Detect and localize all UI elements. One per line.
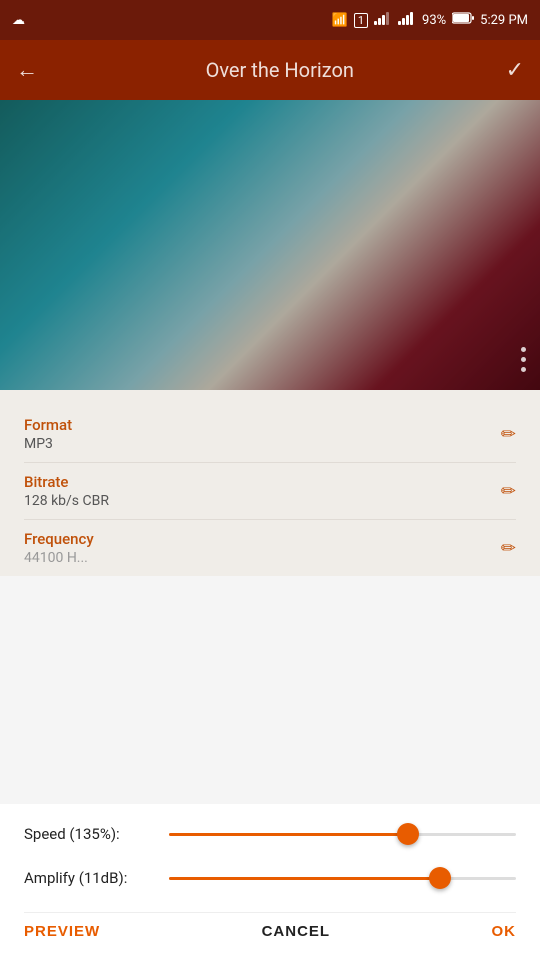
frequency-edit-button[interactable]: ✏ — [501, 538, 516, 559]
app-bar: ← Over the Horizon ✓ — [0, 40, 540, 100]
format-label: Format — [24, 416, 72, 434]
amplify-slider-row: Amplify (11dB): — [24, 868, 516, 888]
speed-slider-row: Speed (135%): — [24, 824, 516, 844]
format-value: MP3 — [24, 436, 72, 452]
format-setting: Format MP3 ✏ — [24, 406, 516, 463]
wifi-icon: 📶 — [332, 13, 348, 28]
settings-panel: Format MP3 ✏ Bitrate 128 kb/s CBR ✏ Freq… — [0, 390, 540, 576]
amplify-fill — [169, 877, 440, 880]
speed-label: Speed (135%): — [24, 825, 169, 843]
preview-button[interactable]: PREVIEW — [24, 923, 100, 940]
bitrate-setting: Bitrate 128 kb/s CBR ✏ — [24, 463, 516, 520]
time-display: 5:29 PM — [480, 13, 528, 28]
frequency-setting: Frequency 44100 H... ✏ — [24, 520, 516, 576]
dot-3 — [521, 367, 526, 372]
bitrate-edit-button[interactable]: ✏ — [501, 481, 516, 502]
dialog-section: Speed (135%): Amplify (11dB): PREVIEW CA… — [0, 804, 540, 960]
speed-slider[interactable] — [169, 824, 516, 844]
back-button[interactable]: ← — [16, 57, 38, 83]
signal2-icon — [398, 11, 416, 29]
signal-icon — [374, 11, 392, 29]
overflow-menu-button[interactable] — [521, 347, 526, 372]
status-cloud-icon: ☁ — [12, 13, 25, 28]
album-art — [0, 100, 540, 390]
dot-2 — [521, 357, 526, 362]
bitrate-label: Bitrate — [24, 473, 109, 491]
amplify-slider[interactable] — [169, 868, 516, 888]
app-bar-title: Over the Horizon — [54, 58, 506, 82]
battery-level: 93% — [422, 13, 446, 28]
battery-icon — [452, 12, 474, 28]
speed-thumb[interactable] — [397, 823, 419, 845]
speed-fill — [169, 833, 408, 836]
ok-button[interactable]: OK — [492, 923, 517, 940]
amplify-thumb[interactable] — [429, 867, 451, 889]
dialog-buttons: PREVIEW CANCEL OK — [24, 912, 516, 960]
frequency-value: 44100 H... — [24, 550, 94, 566]
format-edit-button[interactable]: ✏ — [501, 424, 516, 445]
status-bar: ☁ 📶 1 93% — [0, 0, 540, 40]
art-overlay — [0, 100, 540, 390]
bitrate-value: 128 kb/s CBR — [24, 493, 109, 509]
dot-1 — [521, 347, 526, 352]
frequency-label: Frequency — [24, 530, 94, 548]
amplify-label: Amplify (11dB): — [24, 869, 169, 887]
cancel-button[interactable]: CANCEL — [262, 923, 331, 940]
confirm-button[interactable]: ✓ — [506, 58, 524, 83]
sim-number: 1 — [354, 13, 368, 28]
